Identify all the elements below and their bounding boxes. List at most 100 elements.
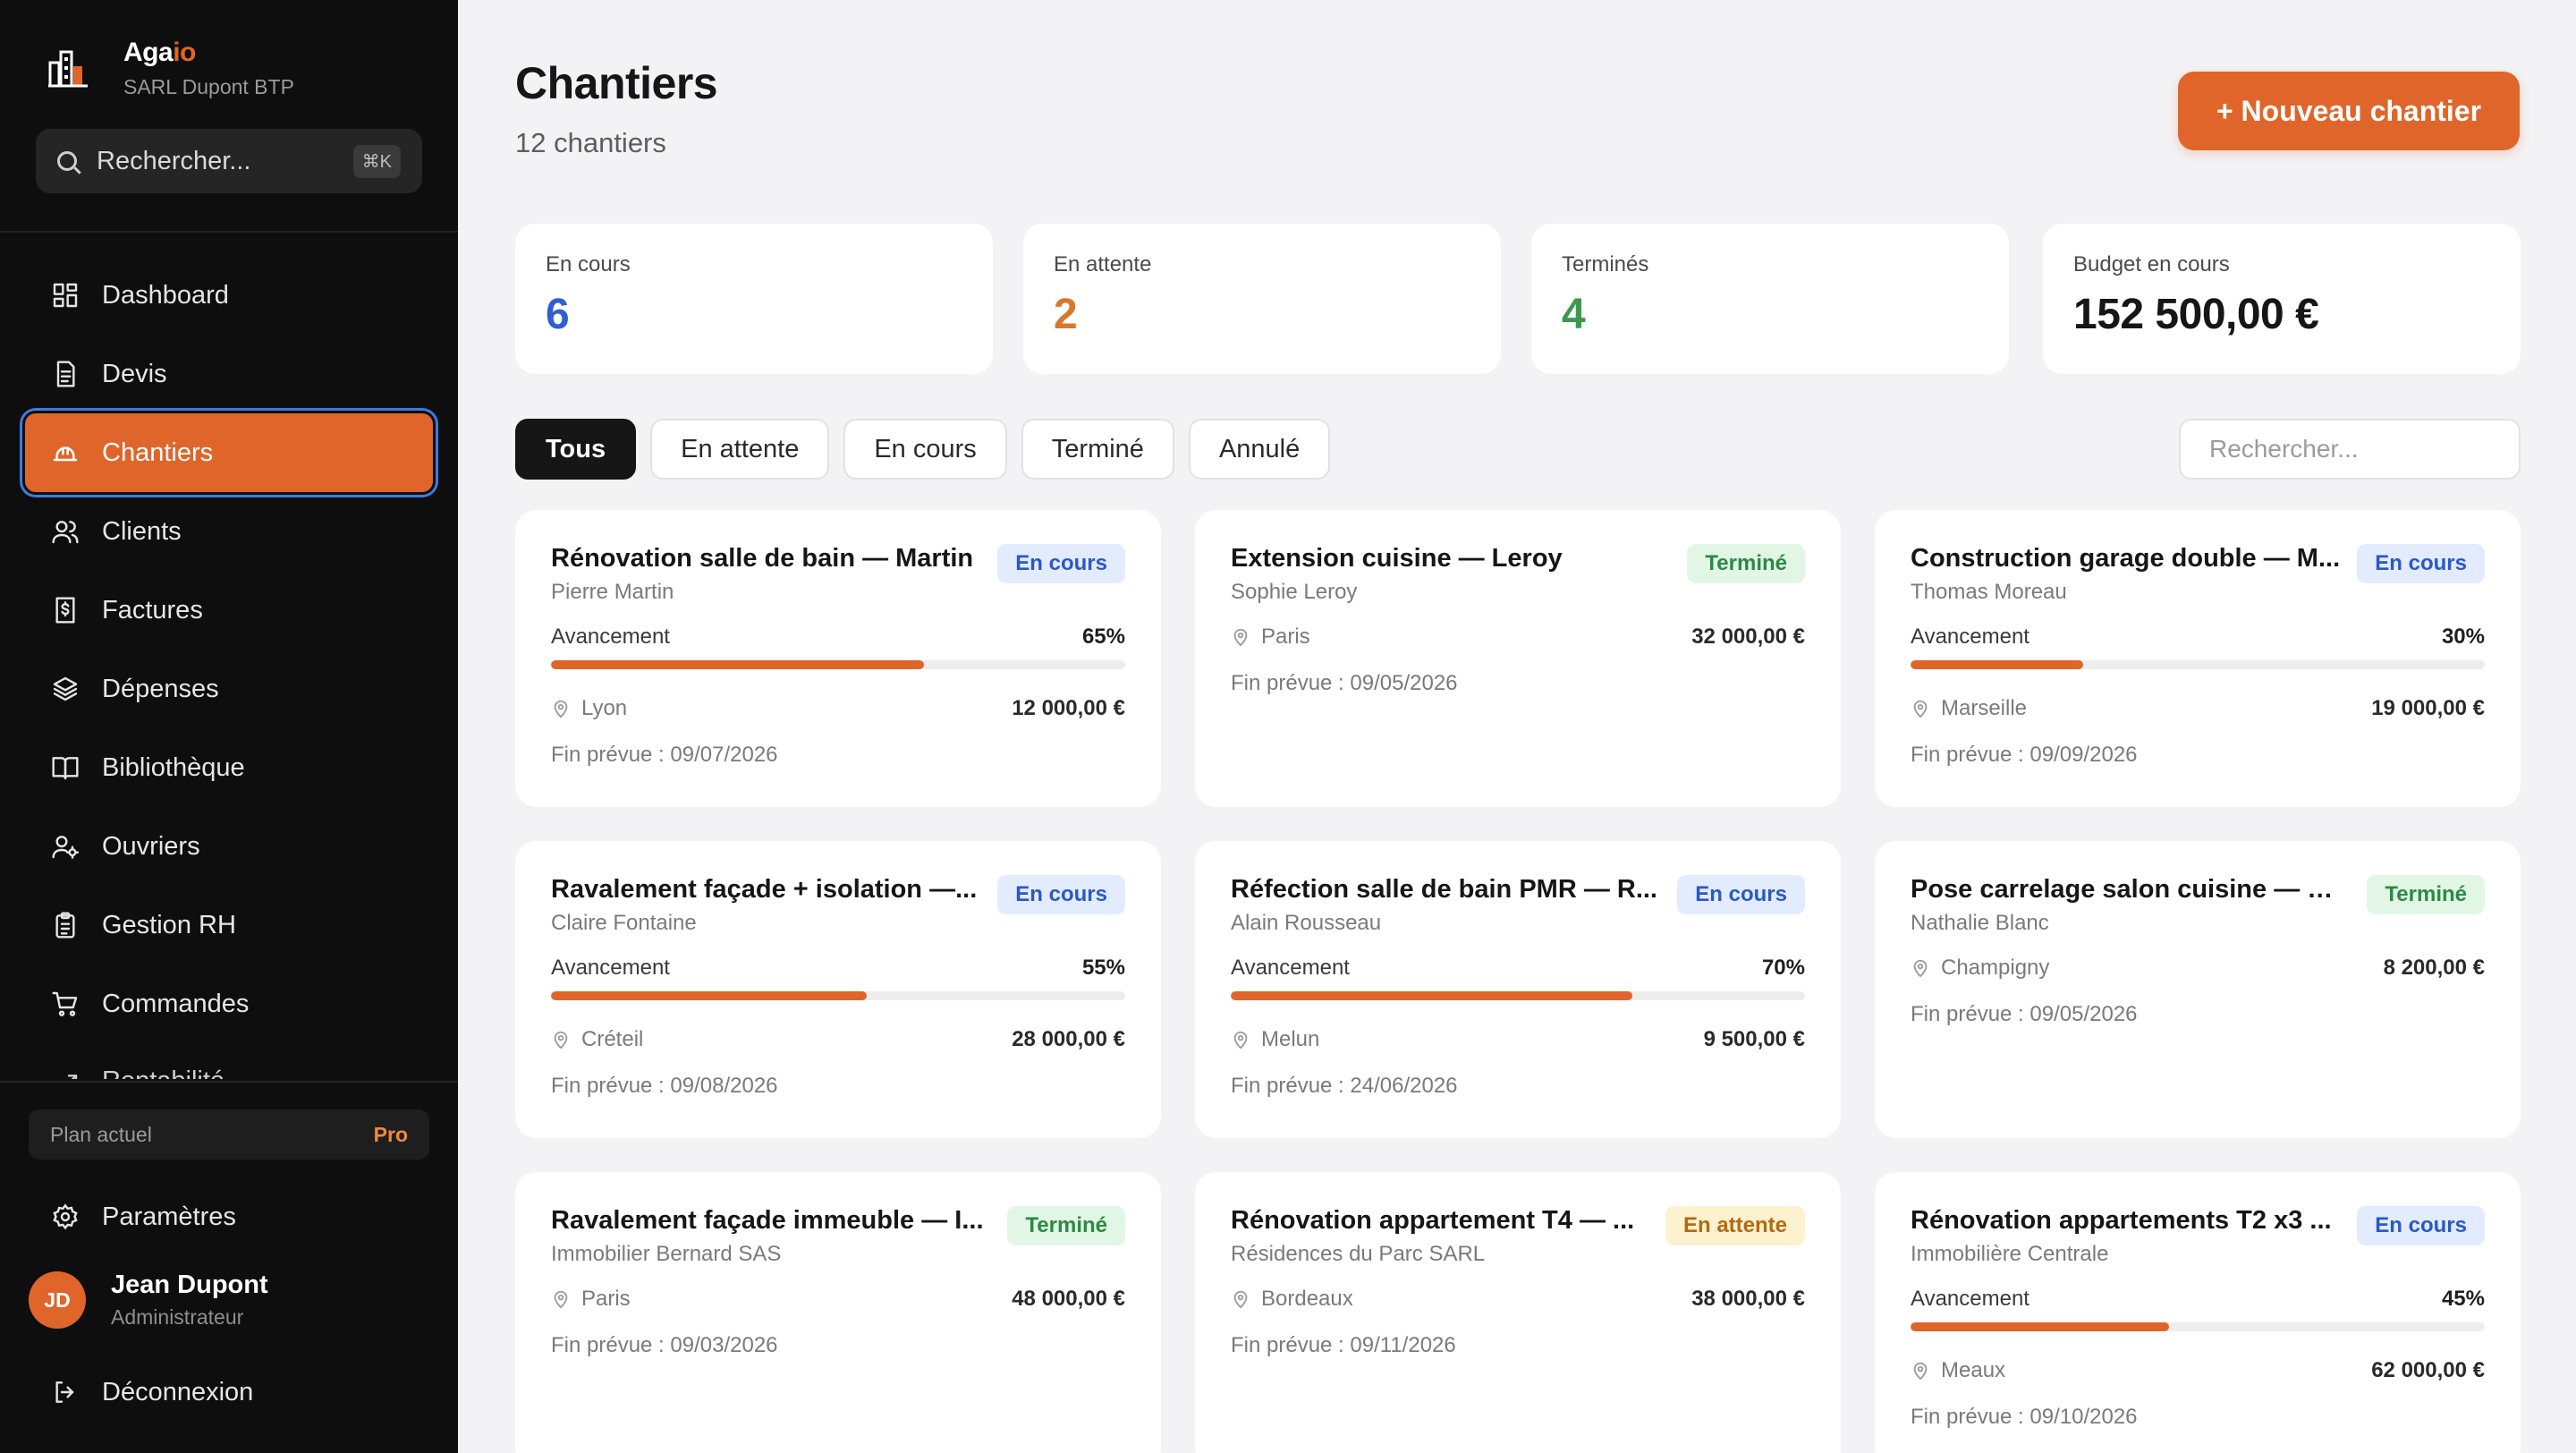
progress-percent: 70%: [1761, 956, 1805, 980]
client-name: Résidences du Parc SARL: [1231, 1242, 1486, 1266]
filter-tab[interactable]: Terminé: [1021, 419, 1174, 480]
progress-bar-fill: [1231, 991, 1633, 1000]
sidebar-item-layers[interactable]: Dépenses: [25, 650, 433, 728]
meta-row: Meaux 62 000,00 €: [1911, 1358, 2485, 1383]
sidebar-item-label: Chantiers: [102, 438, 214, 467]
project-card[interactable]: Extension cuisine — Leroy Sophie Leroy T…: [1195, 510, 1841, 807]
due-date: Fin prévue : 09/07/2026: [551, 743, 778, 767]
invoice-dollar-icon: [50, 595, 80, 625]
project-title: Extension cuisine — Leroy: [1231, 544, 1563, 573]
sidebar-item-label: Devis: [102, 359, 167, 388]
sidebar-item-label: Rentabilité: [102, 1066, 225, 1079]
sidebar-item-settings[interactable]: Paramètres: [50, 1181, 236, 1253]
sidebar-item-document[interactable]: Devis: [25, 335, 433, 413]
budget-amount: 62 000,00 €: [2371, 1358, 2485, 1382]
page-title: Chantiers: [515, 58, 718, 108]
budget-amount: 19 000,00 €: [2371, 696, 2485, 720]
sidebar-item-invoice-dollar[interactable]: Factures: [25, 571, 433, 650]
project-card[interactable]: Réfection salle de bain PMR — R... Alain…: [1195, 841, 1841, 1138]
project-title: Ravalement façade immeuble — I...: [551, 1206, 984, 1235]
stat-value: 152 500,00 €: [2073, 291, 2319, 338]
plan-indicator[interactable]: Plan actuel Pro: [29, 1109, 429, 1160]
progress-percent: 65%: [1081, 625, 1125, 649]
brand[interactable]: Agaio SARL Dupont BTP: [47, 32, 294, 104]
project-search-input[interactable]: [2179, 419, 2521, 480]
sidebar-item-label: Bibliothèque: [102, 752, 245, 782]
progress-row: Avancement 70%: [1231, 956, 1805, 981]
sidebar-item-cart[interactable]: Commandes: [25, 964, 433, 1043]
stat-label: Terminés: [1562, 252, 1649, 276]
location: Créteil: [551, 1027, 643, 1052]
sidebar-item-worker[interactable]: Ouvriers: [25, 807, 433, 886]
status-badge: Terminé: [1687, 544, 1805, 583]
client-name: Nathalie Blanc: [1911, 911, 2049, 935]
progress-bar: [551, 991, 1125, 1000]
status-badge: En cours: [1677, 875, 1805, 914]
hard-hat-icon: [50, 438, 80, 468]
location-name: Meaux: [1941, 1358, 2006, 1382]
project-card[interactable]: Ravalement façade immeuble — I... Immobi…: [515, 1172, 1161, 1453]
status-badge: En cours: [2357, 1206, 2485, 1245]
project-title: Pose carrelage salon cuisine — B...: [1911, 875, 2347, 904]
progress-label: Avancement: [551, 956, 670, 980]
sidebar-divider: [0, 1081, 458, 1083]
sidebar-item-label: Gestion RH: [102, 910, 236, 939]
stat-card-completed: Terminés 4: [1531, 224, 2009, 374]
layers-icon: [50, 674, 80, 704]
sidebar-item-dashboard-grid[interactable]: Dashboard: [25, 256, 433, 335]
card-header: Rénovation salle de bain — Martin Pierre…: [551, 540, 1125, 605]
map-pin-icon: [551, 699, 571, 718]
logout-button[interactable]: Déconnexion: [50, 1356, 253, 1428]
dashboard-grid-icon: [50, 280, 80, 310]
filter-tab[interactable]: En cours: [843, 419, 1007, 480]
stat-value: 6: [546, 291, 570, 338]
map-pin-icon: [551, 1030, 571, 1049]
plan-label: Plan actuel: [50, 1122, 152, 1146]
sidebar-item-hard-hat[interactable]: Chantiers: [25, 413, 433, 492]
progress-bar-fill: [1911, 1322, 2169, 1331]
sidebar-item-trend[interactable]: Rentabilité: [25, 1043, 433, 1079]
map-pin-icon: [1911, 699, 1930, 718]
progress-label: Avancement: [551, 625, 670, 649]
sidebar-item-users[interactable]: Clients: [25, 492, 433, 571]
filter-tab[interactable]: Annulé: [1188, 419, 1331, 480]
sidebar-item-label: Ouvriers: [102, 831, 200, 861]
budget-amount: 12 000,00 €: [1012, 696, 1125, 720]
budget-amount: 8 200,00 €: [2383, 956, 2485, 980]
sidebar-item-book-open[interactable]: Bibliothèque: [25, 728, 433, 807]
filter-tab[interactable]: Tous: [515, 419, 637, 480]
project-card[interactable]: Rénovation salle de bain — Martin Pierre…: [515, 510, 1161, 807]
due-date: Fin prévue : 24/06/2026: [1231, 1074, 1458, 1098]
budget-amount: 38 000,00 €: [1691, 1287, 1805, 1311]
location: Meaux: [1911, 1358, 2005, 1383]
new-project-button[interactable]: + Nouveau chantier: [2178, 72, 2520, 150]
location-name: Lyon: [581, 696, 628, 720]
location: Marseille: [1911, 696, 2027, 721]
settings-label: Paramètres: [102, 1202, 236, 1231]
filter-tab[interactable]: En attente: [650, 419, 830, 480]
meta-row: Marseille 19 000,00 €: [1911, 696, 2485, 721]
building-logo-icon: [48, 50, 88, 88]
project-card[interactable]: Construction garage double — M... Thomas…: [1875, 510, 2521, 807]
meta-row: Lyon 12 000,00 €: [551, 696, 1125, 721]
project-card[interactable]: Rénovation appartement T4 — ... Résidenc…: [1195, 1172, 1841, 1453]
client-name: Immobilière Centrale: [1911, 1242, 2109, 1266]
progress-bar-fill: [551, 991, 868, 1000]
sidebar-item-clipboard[interactable]: Gestion RH: [25, 886, 433, 964]
due-date: Fin prévue : 09/10/2026: [1911, 1405, 2138, 1429]
project-card[interactable]: Rénovation appartements T2 x3 ... Immobi…: [1875, 1172, 2521, 1453]
avatar: JD: [29, 1271, 86, 1329]
project-card[interactable]: Ravalement façade + isolation —... Clair…: [515, 841, 1161, 1138]
progress-row: Avancement 65%: [551, 625, 1125, 650]
clipboard-icon: [50, 910, 80, 940]
client-name: Alain Rousseau: [1231, 911, 1382, 935]
stat-card-pending: En attente 2: [1023, 224, 1501, 374]
user-profile[interactable]: JD Jean Dupont Administrateur: [29, 1270, 268, 1330]
main-content: Chantiers 12 chantiers + Nouveau chantie…: [458, 0, 2576, 1453]
sidebar-search[interactable]: Rechercher... ⌘K: [36, 129, 422, 193]
map-pin-icon: [1231, 1289, 1250, 1309]
project-card[interactable]: Pose carrelage salon cuisine — B... Nath…: [1875, 841, 2521, 1138]
project-title: Réfection salle de bain PMR — R...: [1231, 875, 1657, 904]
shortcut-badge: ⌘K: [352, 144, 401, 178]
location-name: Champigny: [1941, 956, 2050, 980]
